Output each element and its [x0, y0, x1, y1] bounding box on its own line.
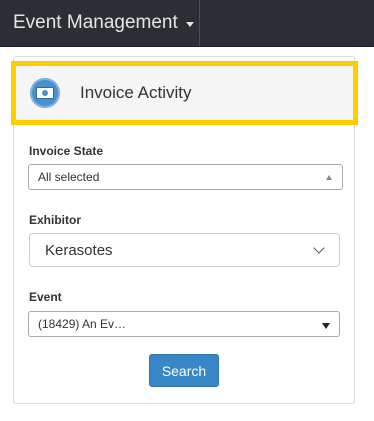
money-icon: [30, 78, 60, 108]
exhibitor-select[interactable]: Kerasotes: [29, 233, 340, 267]
search-button[interactable]: Search: [149, 354, 219, 387]
event-value: (18429) An Ev…: [38, 317, 127, 331]
panel-heading[interactable]: Invoice Activity: [11, 61, 358, 125]
invoice-state-select[interactable]: All selected: [28, 164, 343, 190]
invoice-state-label: Invoice State: [29, 144, 104, 158]
arrow-up-icon: [326, 175, 332, 180]
exhibitor-value: Kerasotes: [45, 241, 113, 259]
chevron-down-icon: [313, 242, 325, 254]
event-label: Event: [29, 290, 62, 304]
panel-title: Invoice Activity: [80, 83, 192, 102]
event-management-label: Event Management: [13, 12, 178, 33]
caret-down-icon: [185, 21, 194, 27]
event-select[interactable]: (18429) An Ev…: [28, 311, 340, 337]
exhibitor-label: Exhibitor: [29, 213, 82, 227]
top-navbar: Event Management: [0, 0, 374, 47]
event-management-menu[interactable]: Event Management: [0, 0, 200, 46]
caret-down-icon: [322, 323, 330, 329]
invoice-state-value: All selected: [38, 170, 100, 184]
